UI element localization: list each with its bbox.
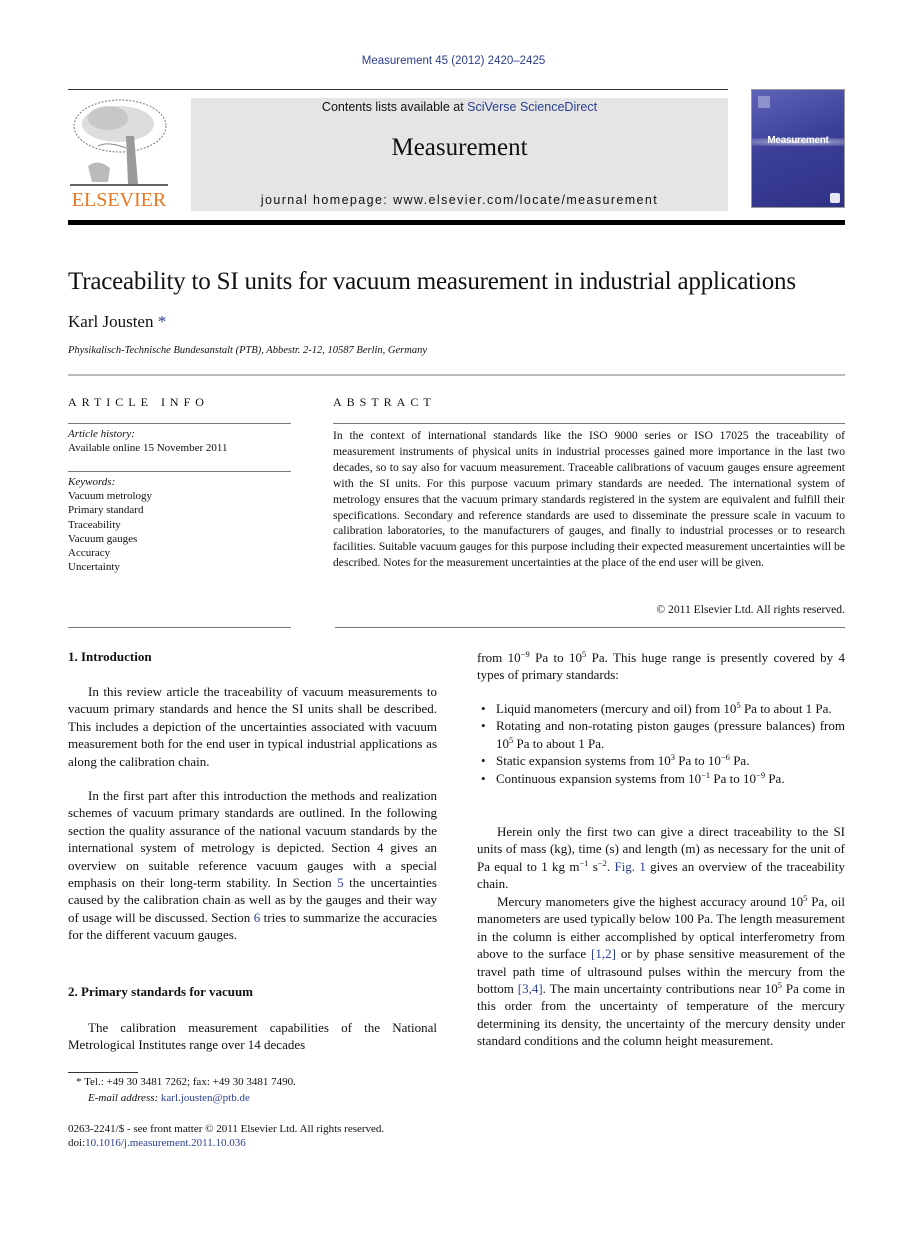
text-run: Mercury manometers give the highest accu… bbox=[497, 894, 804, 909]
text-run: Pa. bbox=[729, 753, 750, 769]
doi-prefix: doi: bbox=[68, 1137, 86, 1149]
paragraph: from 10−9 Pa to 105 Pa. This huge range … bbox=[477, 649, 845, 684]
text-run: from 10 bbox=[477, 650, 521, 665]
footnote-rule bbox=[68, 1072, 138, 1073]
cover-seal-icon bbox=[830, 193, 840, 203]
text-run: Pa to 10 bbox=[710, 770, 757, 786]
section-heading-introduction: 1. Introduction bbox=[68, 649, 152, 664]
journal-title: Measurement bbox=[391, 134, 528, 161]
title-block-rule bbox=[68, 374, 845, 376]
paragraph: Herein only the first two can give a dir… bbox=[477, 823, 845, 893]
superscript: −1 bbox=[701, 769, 711, 780]
contents-prefix: Contents lists available at bbox=[321, 100, 468, 114]
list-item: • Continuous expansion systems from 10−1 … bbox=[477, 770, 845, 787]
elsevier-wordmark: ELSEVIER bbox=[71, 189, 167, 211]
primary-standards-list: • Liquid manometers (mercury and oil) fro… bbox=[477, 700, 845, 787]
keyword: Uncertainty bbox=[68, 561, 120, 574]
footnote-mark: * bbox=[76, 1076, 82, 1088]
contents-line: Contents lists available at SciVerse Sci… bbox=[191, 100, 728, 114]
header-thick-rule bbox=[68, 220, 845, 225]
email-link[interactable]: karl.jousten@ptb.de bbox=[161, 1092, 250, 1104]
article-title: Traceability to SI units for vacuum meas… bbox=[68, 268, 796, 295]
footnote-tel: Tel.: +49 30 3481 7262; fax: +49 30 3481… bbox=[84, 1076, 296, 1088]
cover-title: Measurement bbox=[767, 135, 829, 146]
footnote-email: E-mail address: karl.jousten@ptb.de bbox=[88, 1092, 250, 1104]
text-run: Pa to 10 bbox=[675, 753, 721, 769]
section-heading-primary-standards: 2. Primary standards for vacuum bbox=[68, 984, 254, 999]
journal-cover-image: Measurement bbox=[751, 89, 845, 208]
journal-homepage-link[interactable]: journal homepage: www.elsevier.com/locat… bbox=[191, 193, 728, 207]
reference-link-1-2[interactable]: [1,2] bbox=[591, 946, 616, 961]
abstract-text: In the context of international standard… bbox=[333, 429, 845, 570]
superscript: −6 bbox=[720, 752, 730, 763]
text-run: s bbox=[588, 858, 598, 874]
footnote-contact: * Tel.: +49 30 3481 7262; fax: +49 30 34… bbox=[76, 1076, 296, 1088]
bullet-icon: • bbox=[481, 701, 486, 716]
keyword: Traceability bbox=[68, 518, 121, 531]
list-item: • Liquid manometers (mercury and oil) fro… bbox=[477, 700, 845, 717]
figure-1-link[interactable]: Fig. 1 bbox=[614, 859, 645, 874]
journal-masthead: Contents lists available at SciVerse Sci… bbox=[191, 98, 728, 211]
superscript: −2 bbox=[597, 857, 607, 868]
author-footnote-link[interactable]: * bbox=[158, 312, 167, 331]
bullet-icon: • bbox=[481, 718, 486, 734]
text-run: . The main uncertainty contributions nea… bbox=[542, 981, 778, 997]
email-label: E-mail address: bbox=[88, 1092, 161, 1104]
text-run: Pa to 10 bbox=[529, 650, 582, 665]
text-run: Pa. bbox=[765, 770, 785, 786]
abstract-bottom-rule bbox=[335, 627, 845, 628]
author-name: Karl Jousten bbox=[68, 312, 154, 331]
superscript: −9 bbox=[520, 649, 530, 659]
article-info-rule bbox=[68, 471, 291, 472]
article-info-rule bbox=[68, 423, 291, 424]
article-history-value: Available online 15 November 2011 bbox=[68, 442, 228, 454]
text-run: Continuous expansion systems from 10 bbox=[496, 770, 702, 786]
abstract-rule bbox=[333, 423, 845, 424]
header-top-rule bbox=[68, 89, 728, 90]
affiliation: Physikalisch-Technische Bundesanstalt (P… bbox=[68, 345, 427, 356]
sciencedirect-link[interactable]: SciVerse ScienceDirect bbox=[467, 100, 597, 114]
keyword: Vacuum metrology bbox=[68, 490, 153, 502]
keyword: Vacuum gauges bbox=[68, 532, 138, 545]
cover-elsevier-badge-icon bbox=[758, 96, 770, 108]
author-line: Karl Jousten * bbox=[68, 312, 166, 332]
abstract-heading: ABSTRACT bbox=[333, 395, 436, 409]
superscript: −9 bbox=[756, 769, 766, 780]
text-run: Pa to about 1 Pa. bbox=[740, 701, 832, 716]
text-run: Static expansion systems from 10 bbox=[496, 753, 671, 769]
bullet-icon: • bbox=[481, 770, 486, 786]
keywords-list: Vacuum metrology Primary standard Tracea… bbox=[68, 489, 152, 575]
bullet-icon: • bbox=[481, 753, 486, 769]
keyword: Accuracy bbox=[68, 547, 111, 560]
journal-reference-link[interactable]: Measurement 45 (2012) 2420–2425 bbox=[0, 55, 907, 67]
reference-link-3-4[interactable]: [3,4] bbox=[518, 981, 543, 996]
doi-line: doi:10.1016/j.measurement.2011.10.036 bbox=[68, 1137, 246, 1149]
list-item: • Rotating and non-rotating piston gauges… bbox=[477, 717, 845, 752]
article-history-label: Article history: bbox=[68, 428, 135, 440]
text-run: Liquid manometers (mercury and oil) from… bbox=[496, 701, 737, 716]
paragraph: Mercury manometers give the highest accu… bbox=[477, 893, 845, 1050]
tree-icon bbox=[70, 99, 168, 186]
keyword: Primary standard bbox=[68, 504, 144, 517]
doi-link[interactable]: 10.1016/j.measurement.2011.10.036 bbox=[85, 1137, 246, 1149]
article-info-bottom-rule bbox=[68, 627, 291, 628]
paragraph: In the first part after this introductio… bbox=[68, 787, 437, 944]
front-matter-note: 0263-2241/$ - see front matter © 2011 El… bbox=[68, 1123, 385, 1135]
list-item: • Static expansion systems from 103 Pa to… bbox=[477, 752, 845, 769]
abstract-copyright: © 2011 Elsevier Ltd. All rights reserved… bbox=[656, 603, 845, 616]
paragraph: The calibration measurement capabilities… bbox=[68, 1020, 437, 1053]
paragraph: In this review article the traceability … bbox=[68, 684, 437, 769]
article-info-heading: ARTICLE INFO bbox=[68, 395, 209, 409]
text-run: Pa to about 1 Pa. bbox=[513, 735, 605, 751]
keywords-label: Keywords: bbox=[68, 476, 116, 488]
